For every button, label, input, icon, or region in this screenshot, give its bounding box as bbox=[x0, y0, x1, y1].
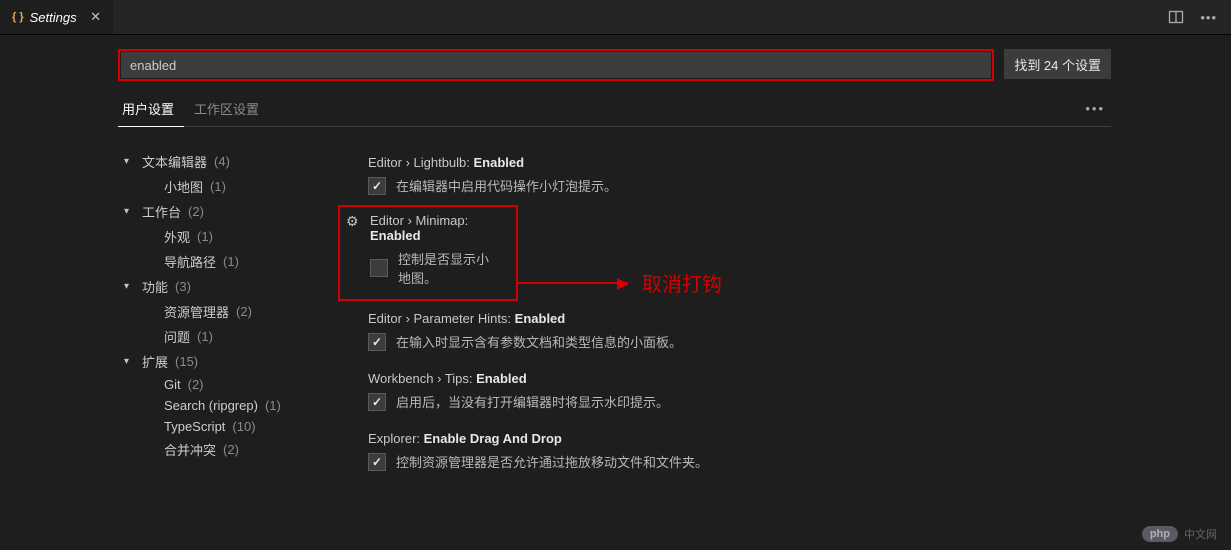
setting-description: 在输入时显示含有参数文档和类型信息的小面板。 bbox=[396, 332, 682, 351]
outline-label: 导航路径 bbox=[164, 252, 216, 271]
setting-description: 控制资源管理器是否允许通过拖放移动文件和文件夹。 bbox=[396, 452, 708, 471]
outline-label: Git bbox=[164, 377, 181, 392]
setting-item: ⚙ Editor › Minimap: Enabled 控制是否显示小地图。 bbox=[338, 205, 518, 301]
setting-title: Explorer: Enable Drag And Drop bbox=[368, 431, 1111, 446]
setting-checkbox[interactable] bbox=[368, 333, 386, 351]
setting-title: Editor › Minimap: Enabled bbox=[370, 213, 496, 243]
outline-item[interactable]: ▾资源管理器(2) bbox=[118, 299, 308, 324]
php-badge: php bbox=[1142, 526, 1178, 542]
outline-count: (10) bbox=[232, 419, 255, 434]
setting-checkbox[interactable] bbox=[368, 177, 386, 195]
setting-item: Workbench › Tips: Enabled 启用后，当没有打开编辑器时将显… bbox=[338, 361, 1111, 421]
setting-item: Editor › Lightbulb: Enabled 在编辑器中启用代码操作小灯… bbox=[338, 145, 1111, 205]
outline-label: 文本编辑器 bbox=[142, 152, 207, 171]
chevron-down-icon: ▾ bbox=[124, 356, 138, 367]
split-editor-icon[interactable] bbox=[1168, 9, 1184, 25]
outline-count: (4) bbox=[214, 154, 230, 169]
result-count-badge: 找到 24 个设置 bbox=[1004, 49, 1111, 79]
more-icon[interactable]: ••• bbox=[1198, 10, 1219, 25]
outline-count: (2) bbox=[188, 377, 204, 392]
outline-label: 外观 bbox=[164, 227, 190, 246]
outline-label: 资源管理器 bbox=[164, 302, 229, 321]
settings-search-input[interactable] bbox=[121, 52, 991, 78]
outline-item[interactable]: ▾ 文本编辑器 (4) bbox=[118, 149, 308, 174]
outline-item[interactable]: ▾合并冲突(2) bbox=[118, 437, 308, 462]
outline-item[interactable]: ▾问题(1) bbox=[118, 324, 308, 349]
setting-title: Editor › Lightbulb: Enabled bbox=[368, 155, 1111, 170]
outline-count: (1) bbox=[197, 229, 213, 244]
setting-item: Editor › Parameter Hints: Enabled 在输入时显示含… bbox=[338, 301, 1111, 361]
outline-item[interactable]: ▾TypeScript(10) bbox=[118, 416, 308, 437]
outline-label: 扩展 bbox=[142, 352, 168, 371]
outline-count: (2) bbox=[188, 204, 204, 219]
outline-label: Search (ripgrep) bbox=[164, 398, 258, 413]
setting-description: 控制是否显示小地图。 bbox=[398, 249, 496, 287]
outline-count: (1) bbox=[265, 398, 281, 413]
setting-description: 启用后，当没有打开编辑器时将显示水印提示。 bbox=[396, 392, 669, 411]
settings-list: Editor › Lightbulb: Enabled 在编辑器中启用代码操作小灯… bbox=[338, 143, 1111, 481]
chevron-down-icon: ▾ bbox=[124, 281, 138, 292]
setting-description: 在编辑器中启用代码操作小灯泡提示。 bbox=[396, 176, 617, 195]
outline-item[interactable]: ▾Git(2) bbox=[118, 374, 308, 395]
setting-title: Editor › Parameter Hints: Enabled bbox=[368, 311, 1111, 326]
outline-count: (3) bbox=[175, 279, 191, 294]
setting-item: Explorer: Enable Drag And Drop 控制资源管理器是否允… bbox=[338, 421, 1111, 481]
outline-label: 合并冲突 bbox=[164, 440, 216, 459]
gear-icon[interactable]: ⚙ bbox=[346, 213, 359, 230]
outline-item[interactable]: ▾ 功能 (3) bbox=[118, 274, 308, 299]
chevron-down-icon: ▾ bbox=[124, 206, 138, 217]
outline-label: 工作台 bbox=[142, 202, 181, 221]
close-icon[interactable]: ✕ bbox=[87, 8, 105, 26]
outline-label: TypeScript bbox=[164, 419, 225, 434]
setting-checkbox[interactable] bbox=[368, 393, 386, 411]
outline-label: 问题 bbox=[164, 327, 190, 346]
outline-count: (1) bbox=[197, 329, 213, 344]
chevron-down-icon: ▾ bbox=[124, 156, 138, 167]
braces-icon: { } bbox=[12, 11, 24, 23]
outline-item[interactable]: ▾ 工作台 (2) bbox=[118, 199, 308, 224]
outline-label: 功能 bbox=[142, 277, 168, 296]
watermark: php 中文网 bbox=[1142, 526, 1217, 542]
outline-count: (15) bbox=[175, 354, 198, 369]
settings-outline: ▾文本编辑器(4)▾小地图(1)▾工作台(2)▾外观(1)▾导航路径(1)▾功能… bbox=[118, 143, 308, 481]
outline-count: (1) bbox=[223, 254, 239, 269]
outline-count: (2) bbox=[223, 442, 239, 457]
outline-item[interactable]: ▾Search (ripgrep)(1) bbox=[118, 395, 308, 416]
tab-title: Settings bbox=[30, 10, 77, 25]
editor-tab-settings[interactable]: { } Settings ✕ bbox=[0, 0, 114, 34]
watermark-text: 中文网 bbox=[1184, 526, 1217, 542]
outline-count: (1) bbox=[210, 179, 226, 194]
setting-checkbox[interactable] bbox=[370, 259, 388, 277]
setting-title: Workbench › Tips: Enabled bbox=[368, 371, 1111, 386]
tab-user-settings[interactable]: 用户设置 bbox=[118, 93, 184, 127]
outline-count: (2) bbox=[236, 304, 252, 319]
tab-workspace-settings[interactable]: 工作区设置 bbox=[190, 93, 269, 126]
outline-label: 小地图 bbox=[164, 177, 203, 196]
outline-item[interactable]: ▾小地图(1) bbox=[118, 174, 308, 199]
more-actions-icon[interactable]: ••• bbox=[1079, 101, 1111, 118]
outline-item[interactable]: ▾外观(1) bbox=[118, 224, 308, 249]
setting-checkbox[interactable] bbox=[368, 453, 386, 471]
outline-item[interactable]: ▾ 扩展 (15) bbox=[118, 349, 308, 374]
outline-item[interactable]: ▾导航路径(1) bbox=[118, 249, 308, 274]
